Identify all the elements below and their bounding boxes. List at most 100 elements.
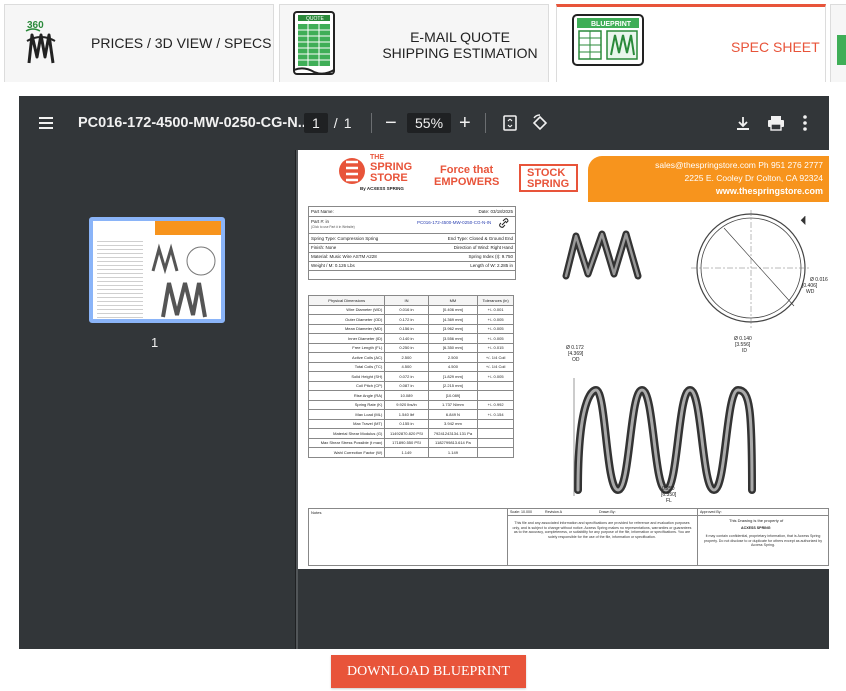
download-icon[interactable] bbox=[735, 96, 751, 150]
title-block: Notes Scale: 10.000 Revision A Drawn By:… bbox=[308, 508, 829, 566]
part-no-sub: (Click to use Part # in Website) bbox=[311, 225, 355, 229]
quote-icon-caption: QUOTE bbox=[306, 16, 324, 22]
specs-cell: 1.540 lbf bbox=[384, 409, 429, 420]
specs-row: Max Load (ML) 1.540 lbf 6.849 N +/- 0.154 bbox=[307, 409, 514, 420]
specs-header-cell: IN bbox=[384, 295, 429, 306]
specs-row: Max Shear Stress Possible (t max) 171890.… bbox=[307, 437, 514, 448]
dim-fl-tag: FL bbox=[666, 498, 672, 504]
specs-cell bbox=[477, 418, 514, 429]
specs-cell: +/- 0.005 bbox=[477, 371, 514, 382]
specs-cell: [2.215 mm] bbox=[427, 380, 479, 391]
spring-360-icon: 360 bbox=[25, 20, 56, 64]
specs-cell: 4.500 bbox=[384, 361, 429, 372]
page-total: 1 bbox=[343, 115, 352, 131]
date-label: Date: 03/18/2025 bbox=[478, 209, 513, 214]
specs-cell: 1.737 N/mm bbox=[427, 399, 479, 410]
specs-cell: Mean Diameter (MD) bbox=[307, 323, 386, 334]
specs-row: Free Length (FL) 0.250 in [6.350 mm] +/- 0.… bbox=[307, 342, 514, 353]
tab-bar: 360 PRICES / 3D VIEW / SPECS QUOTE E-MAI… bbox=[0, 0, 846, 84]
specs-row: Spring Rate (K) 9.920 lbs/in 1.737 N/mm +/-… bbox=[307, 399, 514, 410]
specs-header-row: Physical Dimensions IN MM Tolerances (in) bbox=[307, 295, 514, 306]
tab-label-line2: SHIPPING ESTIMATION bbox=[382, 45, 538, 61]
specs-cell: +/- 0.005 bbox=[477, 333, 514, 344]
thumbnail-sidebar: 1 bbox=[19, 150, 296, 649]
part-name-label: Part Name: bbox=[311, 209, 334, 214]
specs-cell: [1.829 mm] bbox=[427, 371, 479, 382]
tab-email-quote[interactable]: QUOTE E-MAIL QUOTE SHIPPING ESTIMATION bbox=[279, 4, 549, 82]
tab-label: SPEC SHEET bbox=[731, 39, 820, 55]
specs-cell: 0.016 in bbox=[384, 304, 429, 315]
page-separator: / bbox=[333, 115, 338, 131]
finish: Finish: None bbox=[311, 245, 337, 250]
zoom-input[interactable]: 55% bbox=[407, 113, 452, 133]
page-thumbnail[interactable] bbox=[89, 217, 225, 323]
specs-row: Outer Diameter (OD) 0.172 in [4.369 mm] +/-… bbox=[307, 314, 514, 325]
specs-cell: 6.849 N bbox=[427, 409, 479, 420]
specs-cell: 3.942 mm bbox=[427, 418, 479, 429]
material: Material: Music Wire ASTM A228 bbox=[311, 254, 377, 259]
zoom-in-icon[interactable]: + bbox=[459, 96, 471, 150]
specs-cell: [3.962 mm] bbox=[427, 323, 479, 334]
link-icon[interactable] bbox=[499, 218, 509, 228]
menu-icon[interactable] bbox=[39, 96, 55, 150]
tab-prices-3d-specs[interactable]: 360 PRICES / 3D VIEW / SPECS bbox=[4, 4, 274, 82]
specs-row: Mean Diameter (MD) 0.156 in [3.962 mm] +/- … bbox=[307, 323, 514, 334]
pdf-page: THE SPRING STORE By ACXESS SPRING Force … bbox=[298, 150, 829, 569]
tab-overflow[interactable] bbox=[830, 4, 846, 82]
specs-cell bbox=[477, 390, 514, 401]
specs-cell: 1.149 bbox=[384, 447, 429, 458]
specs-header-cell: Tolerances (in) bbox=[477, 295, 514, 306]
specs-row: Max Travel (MT) 0.155 in 3.942 mm bbox=[307, 418, 514, 429]
end-type: End Type: Closed & Ground End bbox=[447, 236, 513, 241]
tagline-line2: EMPOWERS bbox=[434, 176, 500, 188]
contact-line3: www.thespringstore.com bbox=[715, 186, 823, 196]
specs-cell: 0.172 in bbox=[384, 314, 429, 325]
specs-cell: +/- 0.005 bbox=[477, 314, 514, 325]
specs-cell: [6.350 mm] bbox=[427, 342, 479, 353]
specs-row: Wire Diameter (WD) 0.016 in [0.406 mm] +/- … bbox=[307, 304, 514, 315]
specs-cell: [0.406 mm] bbox=[427, 304, 479, 315]
specs-cell: 79241243134.131 Pa bbox=[427, 428, 479, 439]
tab-spec-sheet[interactable]: BLUEPRINT SPEC SHEET bbox=[556, 4, 826, 82]
specs-cell: Max Load (ML) bbox=[307, 409, 386, 420]
page-number-input[interactable]: 1 bbox=[304, 113, 328, 133]
specs-cell: 10.089 bbox=[384, 390, 429, 401]
drawn-label: Drawn By: bbox=[599, 510, 616, 514]
specs-cell: 0.087 in bbox=[384, 380, 429, 391]
specs-row: Wahl Correction Factor (W) 1.149 1.149 bbox=[307, 447, 514, 458]
blueprint-icon: BLUEPRINT bbox=[572, 14, 644, 66]
overflow-tab-icon bbox=[837, 35, 846, 65]
dim-wd-tag: WD bbox=[806, 289, 815, 295]
specs-cell: Max Shear Stress Possible (t max) bbox=[307, 437, 386, 448]
specs-cell: 0.156 in bbox=[384, 323, 429, 334]
viewer-toolbar: PC016-172-4500-MW-0250-CG-N... 1 / 1 − 5… bbox=[19, 96, 829, 150]
spring-end-view bbox=[691, 210, 811, 328]
print-icon[interactable] bbox=[767, 96, 785, 150]
contact-line1: sales@thespringstore.com Ph 951 276 2777 bbox=[655, 160, 823, 170]
specs-cell: 0.072 in bbox=[384, 371, 429, 382]
wire-length: Length of W: 2.285 in bbox=[470, 263, 513, 268]
fit-page-icon[interactable] bbox=[503, 96, 517, 150]
specs-cell: 0.250 in bbox=[384, 342, 429, 353]
dim-wd: Ø 0.016 bbox=[810, 277, 829, 283]
specs-cell: 2.500 bbox=[384, 352, 429, 363]
page-indicator: 1 / 1 bbox=[304, 96, 351, 150]
specs-cell: 4.500 bbox=[427, 361, 479, 372]
download-blueprint-button[interactable]: DOWNLOAD BLUEPRINT bbox=[331, 655, 526, 688]
stock-line2: SPRING bbox=[527, 178, 570, 190]
logo-sub: By ACXESS SPRING bbox=[360, 186, 404, 191]
spring-top-view bbox=[562, 230, 642, 280]
zoom-out-icon[interactable]: − bbox=[385, 96, 397, 150]
specs-table: Physical Dimensions IN MM Tolerances (in) W… bbox=[307, 295, 514, 458]
more-options-icon[interactable] bbox=[803, 96, 807, 150]
specs-cell: +/- 1/4 Coil bbox=[477, 361, 514, 372]
pdf-viewer: PC016-172-4500-MW-0250-CG-N... 1 / 1 − 5… bbox=[19, 96, 829, 649]
rotate-icon[interactable] bbox=[531, 96, 549, 150]
spring-drawing bbox=[562, 210, 811, 496]
specs-cell: Free Length (FL) bbox=[307, 342, 386, 353]
part-no-link[interactable]: PC016-172-4500-MW-0250-CG-N-IN bbox=[417, 220, 491, 225]
specs-cell: 11492870.820 PSI bbox=[384, 428, 429, 439]
specs-cell bbox=[477, 437, 514, 448]
specs-header-cell: MM bbox=[427, 295, 479, 306]
specs-cell: 9.920 lbs/in bbox=[384, 399, 429, 410]
